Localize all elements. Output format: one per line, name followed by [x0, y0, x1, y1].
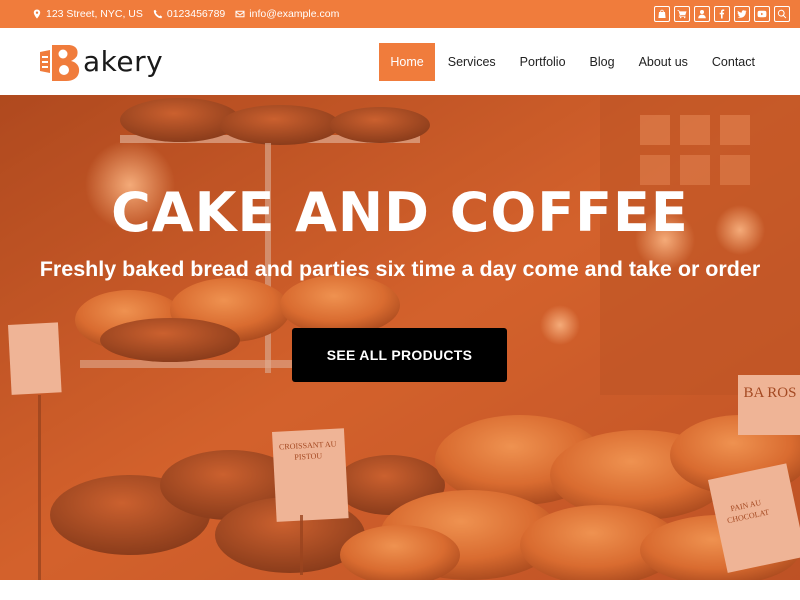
shopping-bag-icon: [658, 9, 666, 18]
map-marker-icon: [33, 9, 41, 19]
logo[interactable]: akery: [38, 39, 163, 85]
shopping-bag-button[interactable]: [654, 6, 670, 22]
nav-item-portfolio[interactable]: Portfolio: [509, 43, 577, 81]
twitter-button[interactable]: [734, 6, 750, 22]
main-nav: Home Services Portfolio Blog About us Co…: [377, 42, 766, 81]
phone-text: 0123456789: [166, 8, 226, 20]
bakery-logo-icon: [40, 44, 80, 81]
see-all-products-button[interactable]: SEE ALL PRODUCTS: [292, 328, 507, 382]
contact-info: 123 Street, NYC, US 0123456789 info@exam…: [32, 8, 339, 20]
facebook-button[interactable]: [714, 6, 730, 22]
twitter-icon: [737, 10, 747, 18]
hero-title: CAKE AND COFFEE: [111, 181, 689, 244]
top-bar: 123 Street, NYC, US 0123456789 info@exam…: [0, 0, 800, 28]
hero-subtitle: Freshly baked bread and parties six time…: [39, 257, 761, 281]
search-button[interactable]: [774, 6, 790, 22]
user-button[interactable]: [694, 6, 710, 22]
nav-item-services[interactable]: Services: [437, 43, 507, 81]
youtube-icon: [757, 10, 767, 18]
search-icon: [777, 9, 787, 19]
nav-item-blog[interactable]: Blog: [579, 43, 626, 81]
nav-item-about-us[interactable]: About us: [628, 43, 699, 81]
address-item: 123 Street, NYC, US: [32, 8, 143, 20]
email-item[interactable]: info@example.com: [235, 8, 339, 20]
nav-item-contact[interactable]: Contact: [701, 43, 766, 81]
cart-icon: [677, 10, 687, 19]
nav-item-home[interactable]: Home: [379, 42, 435, 81]
user-icon: [698, 10, 706, 19]
address-text: 123 Street, NYC, US: [46, 8, 143, 20]
hero-banner: CROISSANT AU PISTOU PAIN AU CHOCOLAT BA …: [0, 95, 800, 580]
phone-item[interactable]: 0123456789: [153, 8, 225, 20]
facebook-icon: [719, 9, 725, 19]
envelope-icon: [235, 10, 245, 18]
youtube-button[interactable]: [754, 6, 770, 22]
email-text: info@example.com: [249, 8, 340, 20]
site-header: akery Home Services Portfolio Blog About…: [0, 28, 800, 95]
phone-icon: [153, 9, 163, 19]
cart-button[interactable]: [674, 6, 690, 22]
social-icons: [654, 6, 790, 22]
logo-text: akery: [83, 45, 164, 78]
page-below-hero: [0, 580, 800, 600]
